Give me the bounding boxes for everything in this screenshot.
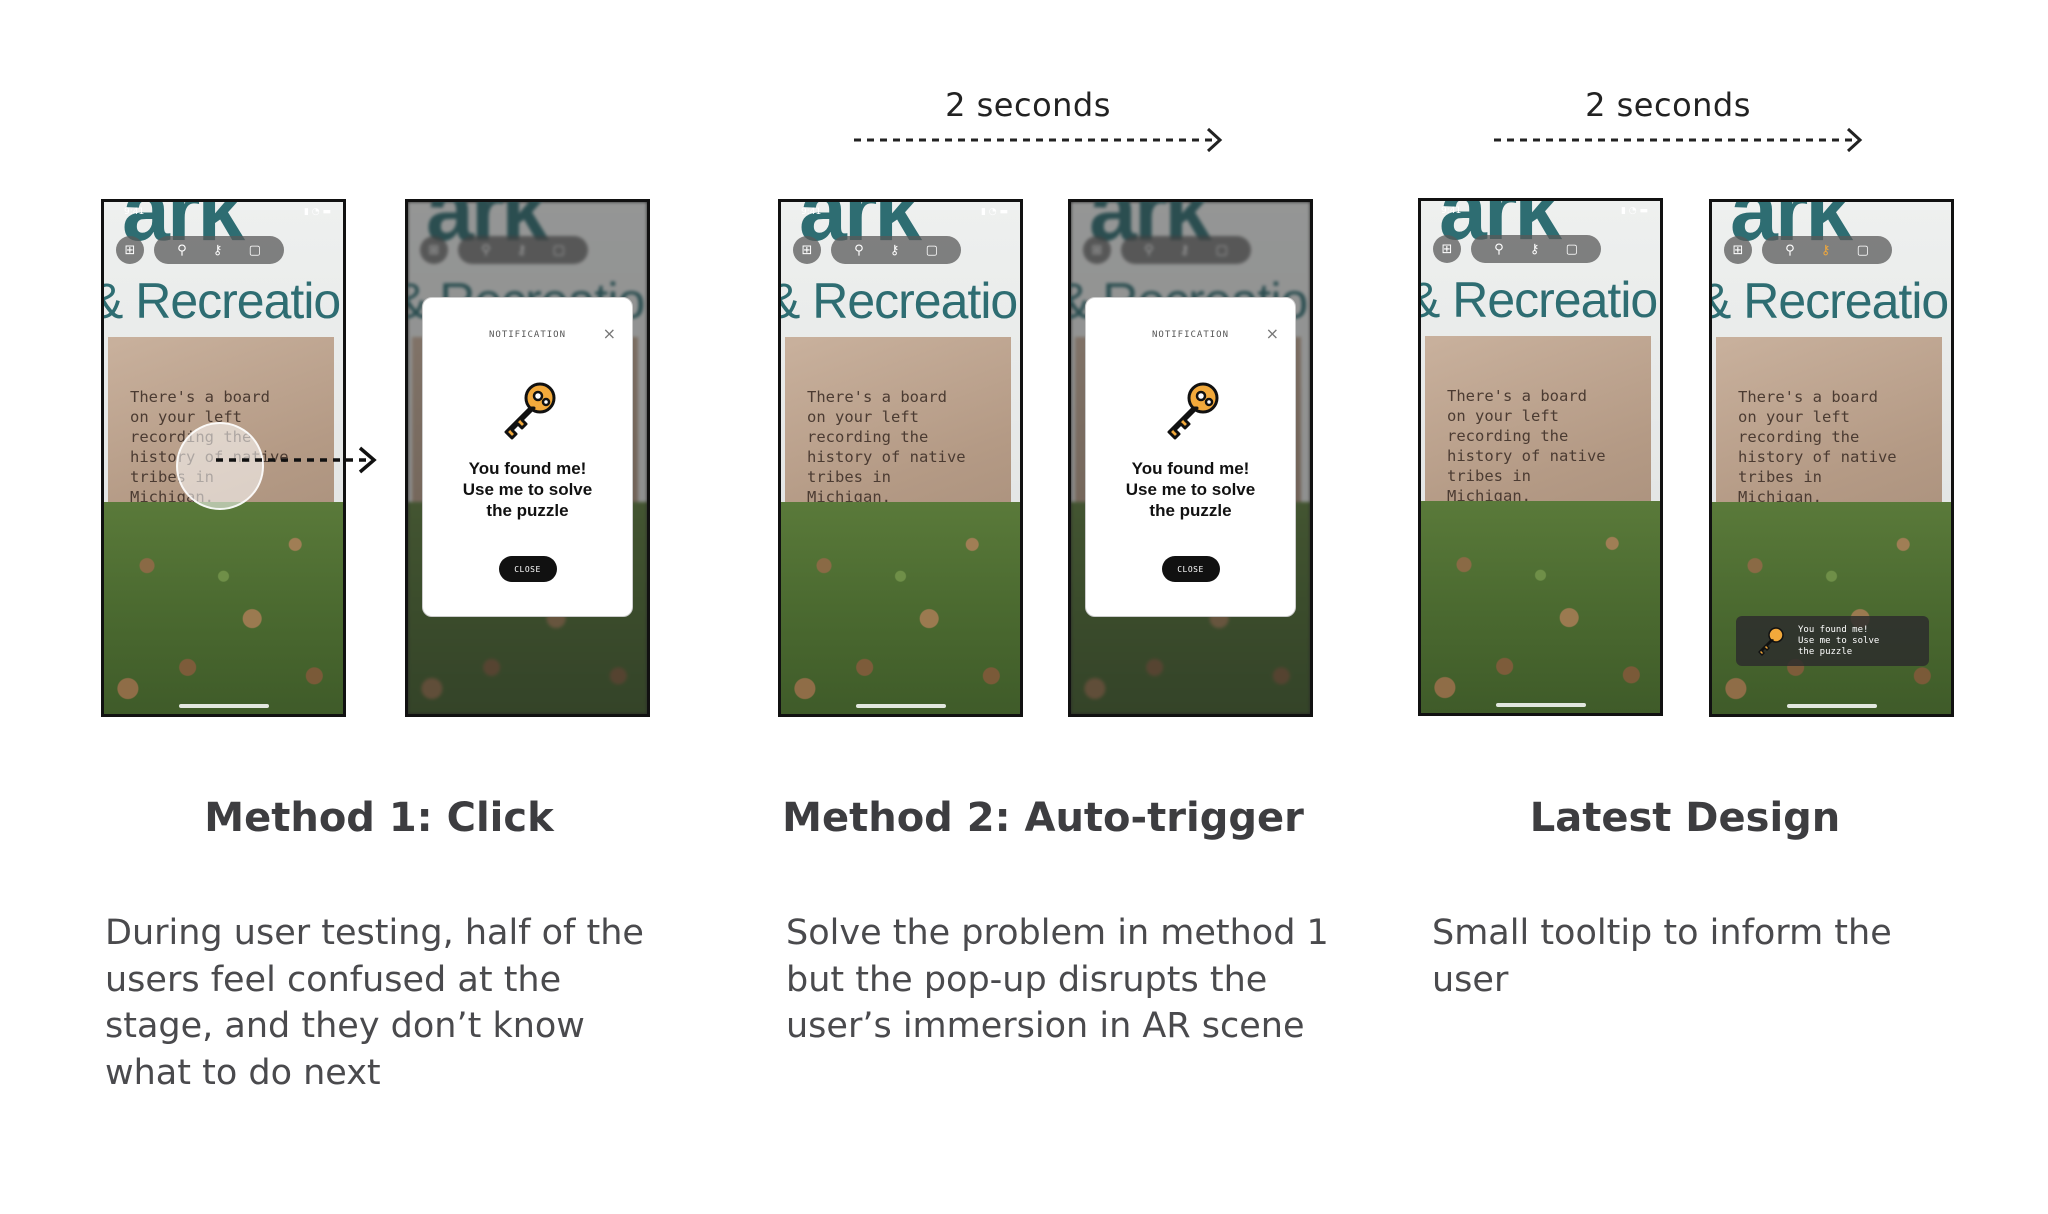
key-small-icon: ⚷	[1820, 242, 1831, 258]
method-1-description: During user testing, half of the users f…	[105, 913, 644, 1093]
add-icon[interactable]: ⊞	[116, 236, 144, 264]
latest-design-description: Small tooltip to inform the user	[1432, 913, 1892, 1000]
location-icon: ⚲	[1494, 241, 1504, 257]
board-text: There's a board on your left recording t…	[807, 388, 966, 506]
toolbar-pill[interactable]: ⚲ ⚷ ▢	[1762, 236, 1892, 264]
method-2-description: Solve the problem in method 1 but the po…	[786, 913, 1329, 1046]
board-text: There's a board on your left recording t…	[1738, 388, 1897, 506]
status-time: 9:41	[1441, 206, 1462, 216]
location-icon: ⚲	[177, 242, 187, 258]
phone-latest-tooltip: ark & Recreatio There's a board on your …	[1709, 199, 1954, 717]
toolbar-pill[interactable]: ⚲ ⚷ ▢	[1471, 235, 1601, 263]
close-icon[interactable]: ×	[603, 324, 616, 343]
board-text: There's a board on your left recording t…	[1447, 387, 1606, 505]
dotted-arrow-icon	[1494, 127, 1863, 153]
notification-modal: NOTIFICATION × You found me! Use me to s…	[1085, 297, 1296, 617]
dotted-arrow-icon	[216, 446, 377, 474]
toolbar-pill[interactable]: ⚲ ⚷ ▢	[831, 236, 961, 264]
map-icon: ▢	[248, 242, 261, 258]
sign-word: & Recreatio	[1418, 272, 1658, 328]
modal-message: You found me! Use me to solve the puzzle	[462, 459, 593, 520]
map-icon: ▢	[1565, 241, 1578, 257]
close-button[interactable]: CLOSE	[498, 556, 557, 582]
location-icon: ⚲	[1785, 242, 1795, 258]
map-icon: ▢	[925, 242, 938, 258]
key-small-icon: ⚷	[889, 242, 900, 258]
phone-latest-ar-view: ark & Recreatio There's a board on your …	[1418, 198, 1663, 716]
close-icon[interactable]: ×	[1266, 324, 1279, 343]
modal-title: NOTIFICATION	[1151, 330, 1230, 340]
modal-title: NOTIFICATION	[488, 330, 567, 340]
signal-icon: ▮ ◔ ▬	[1620, 206, 1648, 216]
signal-icon: ▮ ◔ ▬	[980, 207, 1008, 217]
modal-message: You found me! Use me to solve the puzzle	[1125, 459, 1256, 520]
sign-word: & Recreatio	[101, 273, 341, 329]
notification-modal: NOTIFICATION × You found me! Use me to s…	[422, 297, 633, 617]
phone-method-2-popup: ark & Recreatio ⊞ ⚲⚷▢ NOTIFICATION × You…	[1068, 199, 1313, 717]
timer-label-method-2: 2 seconds	[945, 86, 1111, 124]
key-icon	[504, 382, 555, 440]
toolbar-pill[interactable]: ⚲ ⚷ ▢	[154, 236, 284, 264]
close-button[interactable]: CLOSE	[1161, 556, 1220, 582]
key-small-icon: ⚷	[1529, 241, 1540, 257]
dotted-arrow-icon	[854, 127, 1223, 153]
found-tooltip[interactable]: You found me! Use me to solve the puzzle	[1736, 616, 1929, 666]
status-time: 9:41	[801, 207, 822, 217]
timer-label-latest-design: 2 seconds	[1585, 86, 1751, 124]
add-icon[interactable]: ⊞	[1724, 236, 1752, 264]
sign-word: & Recreatio	[1709, 273, 1949, 329]
signal-icon: ▮ ◔ ▬	[303, 207, 331, 217]
status-time: 9:41	[124, 207, 145, 217]
map-icon: ▢	[1856, 242, 1869, 258]
sign-word: & Recreatio	[778, 273, 1018, 329]
add-icon[interactable]: ⊞	[1433, 235, 1461, 263]
tooltip-message: You found me! Use me to solve the puzzle	[1798, 624, 1880, 657]
key-icon	[1167, 382, 1218, 440]
method-2-heading: Method 2: Auto-trigger	[782, 795, 1304, 841]
key-icon	[1758, 627, 1784, 656]
add-icon[interactable]: ⊞	[793, 236, 821, 264]
phone-method-2-ar-view: ark & Recreatio There's a board on your …	[778, 199, 1023, 717]
phone-method-1-popup: ark & Recreatio ⊞ ⚲⚷▢ NOTIFICATION × You…	[405, 199, 650, 717]
key-small-icon: ⚷	[212, 242, 223, 258]
location-icon: ⚲	[854, 242, 864, 258]
method-1-heading: Method 1: Click	[204, 795, 554, 841]
latest-design-heading: Latest Design	[1529, 795, 1841, 841]
